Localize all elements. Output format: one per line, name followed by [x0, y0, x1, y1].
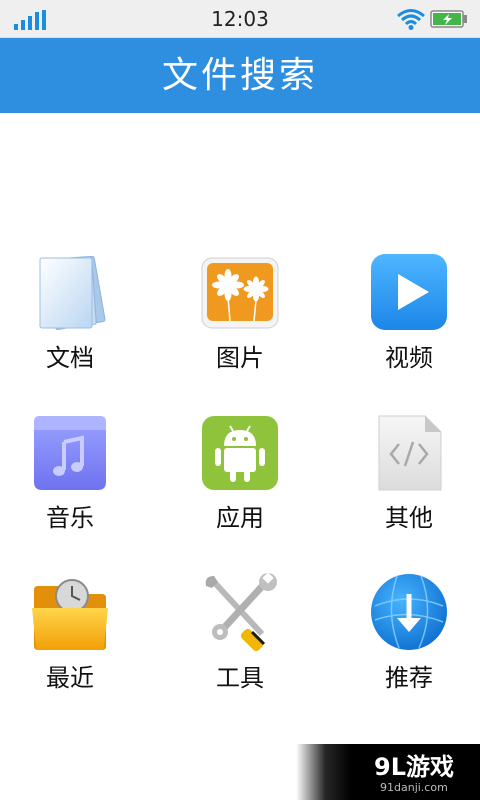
- wrench-screwdriver-icon: [205, 572, 277, 652]
- download-globe-icon: [371, 574, 447, 650]
- category-documents[interactable]: 文档: [0, 252, 150, 412]
- android-app-icon: [202, 416, 278, 490]
- battery-charging-icon: [430, 10, 467, 28]
- svg-text:9L游戏: 9L游戏: [374, 753, 454, 781]
- page-title: 文件搜索: [161, 55, 318, 96]
- wifi-icon: [397, 9, 425, 30]
- category-music[interactable]: 音乐: [0, 412, 150, 572]
- category-label: 推荐: [385, 664, 433, 692]
- category-label: 图片: [216, 344, 264, 372]
- category-label: 其他: [385, 504, 433, 532]
- category-label: 工具: [216, 664, 264, 692]
- music-folder-icon: [34, 416, 106, 490]
- category-other[interactable]: 其他: [329, 412, 480, 572]
- category-pictures[interactable]: 图片: [160, 252, 320, 412]
- watermark-logo: 9L游戏 91danji.com: [296, 744, 480, 800]
- play-video-icon: [371, 254, 447, 330]
- category-apps[interactable]: 应用: [160, 412, 320, 572]
- clock-folder-icon: [32, 579, 108, 650]
- category-label: 音乐: [46, 504, 94, 532]
- flower-picture-icon: [201, 257, 279, 329]
- document-stack-icon: [39, 255, 106, 331]
- category-recommended[interactable]: 推荐: [329, 572, 480, 732]
- title-bar: 文件搜索: [0, 38, 480, 113]
- category-label: 最近: [46, 664, 94, 692]
- category-recent[interactable]: 最近: [0, 572, 150, 732]
- category-videos[interactable]: 视频: [329, 252, 480, 412]
- status-bar: 12:03: [0, 0, 480, 38]
- code-file-icon: [378, 415, 442, 491]
- watermark-logo-image: 9L游戏 91danji.com: [374, 753, 454, 794]
- category-tools[interactable]: 工具: [160, 572, 320, 732]
- category-label: 应用: [216, 504, 264, 532]
- svg-text:91danji.com: 91danji.com: [380, 781, 448, 794]
- category-label: 文档: [46, 344, 94, 372]
- category-label: 视频: [385, 344, 433, 372]
